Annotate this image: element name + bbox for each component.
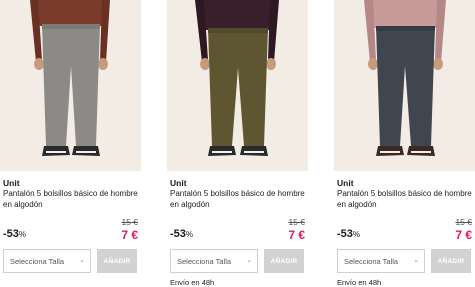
discount-value: -53 [3, 228, 19, 240]
discount-badge: -53% [337, 228, 360, 241]
discount-unit: % [352, 230, 361, 239]
discount-unit: % [185, 230, 194, 239]
size-select[interactable]: Selecciona Talla ⌄ [337, 249, 425, 273]
product-card[interactable]: Unit Pantalón 5 bolsillos básico de homb… [167, 0, 308, 287]
product-image[interactable] [334, 0, 475, 171]
discount-badge: -53% [170, 228, 193, 241]
add-to-cart-button[interactable]: AÑADIR [264, 249, 304, 273]
original-price: 15 € [121, 217, 138, 227]
original-price: 15 € [288, 217, 305, 227]
product-image[interactable] [167, 0, 308, 171]
chevron-down-icon: ⌄ [246, 257, 252, 264]
sale-price: 7 € [455, 228, 472, 242]
product-title[interactable]: Pantalón 5 bolsillos básico de hombre en… [337, 189, 475, 210]
add-to-cart-button[interactable]: AÑADIR [97, 249, 137, 273]
size-select[interactable]: Selecciona Talla ⌄ [3, 249, 91, 273]
product-card[interactable]: Unit Pantalón 5 bolsillos básico de homb… [334, 0, 475, 287]
product-title[interactable]: Pantalón 5 bolsillos básico de hombre en… [3, 189, 141, 210]
product-image[interactable] [0, 0, 141, 171]
size-select-placeholder: Selecciona Talla [344, 256, 399, 266]
delivery-info: Envío en 48h [337, 278, 382, 287]
delivery-info: Envío en 48h [170, 278, 215, 287]
chevron-down-icon: ⌄ [79, 257, 85, 264]
product-title[interactable]: Pantalón 5 bolsillos básico de hombre en… [170, 189, 308, 210]
size-select-placeholder: Selecciona Talla [177, 256, 232, 266]
sale-price: 7 € [288, 228, 305, 242]
size-select[interactable]: Selecciona Talla ⌄ [170, 249, 258, 273]
sale-price: 7 € [121, 228, 138, 242]
chevron-down-icon: ⌄ [413, 257, 419, 264]
discount-value: -53 [337, 228, 353, 240]
size-select-placeholder: Selecciona Talla [10, 256, 65, 266]
discount-unit: % [18, 230, 27, 239]
original-price: 15 € [455, 217, 472, 227]
product-card[interactable]: Unit Pantalón 5 bolsillos básico de homb… [0, 0, 141, 287]
discount-badge: -53% [3, 228, 26, 241]
product-brand: Unit [337, 178, 354, 188]
discount-value: -53 [170, 228, 186, 240]
add-to-cart-button[interactable]: AÑADIR [431, 249, 471, 273]
product-brand: Unit [3, 178, 20, 188]
product-brand: Unit [170, 178, 187, 188]
